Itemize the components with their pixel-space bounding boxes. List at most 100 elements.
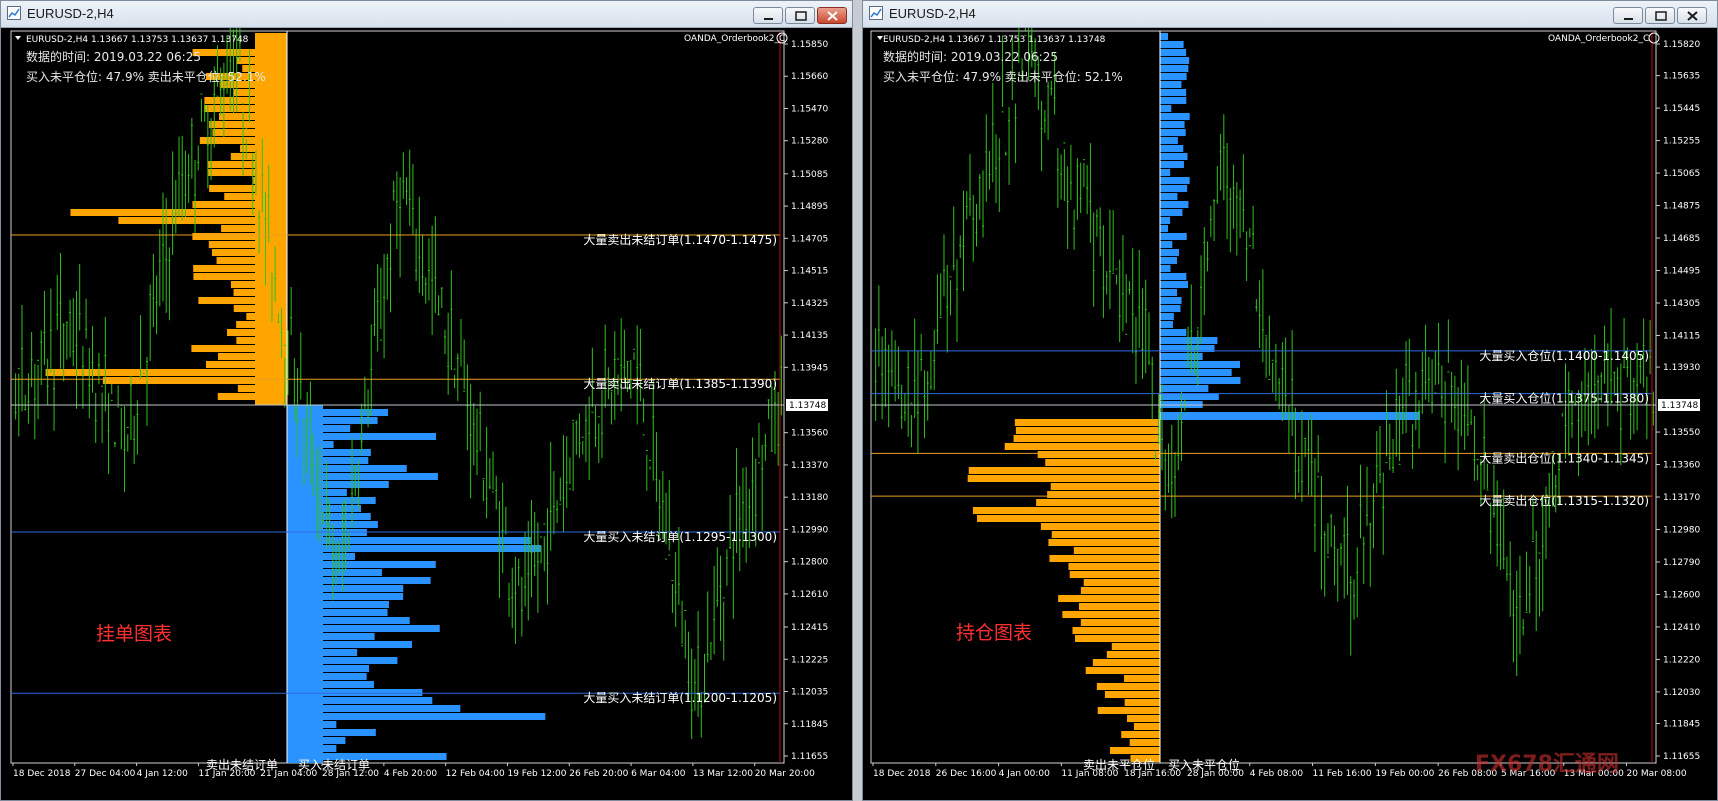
buy-order-bar	[287, 473, 438, 480]
price-tick-label: 1.15445	[1663, 104, 1700, 114]
price-tick-label: 1.15280	[791, 137, 828, 147]
buy-position-bar	[1160, 81, 1182, 88]
sell-position-bar	[967, 475, 1160, 482]
time-tick-label: 26 Feb 20:00	[569, 769, 628, 779]
sell-position-bar	[1073, 547, 1160, 554]
sell-order-bar	[193, 273, 287, 280]
buy-order-bar	[287, 449, 371, 456]
price-tick-label: 1.12030	[1663, 688, 1700, 698]
sell-order-bar	[211, 249, 287, 256]
price-tick-label: 1.12800	[791, 558, 828, 568]
time-tick-label: 18 Dec 2018	[873, 769, 931, 779]
key-level-label: 大量卖出仓位(1.1315-1.1320)	[1479, 493, 1649, 508]
price-tick-label: 1.14115	[1663, 331, 1700, 341]
sell-position-bar	[1129, 739, 1160, 746]
buy-order-bar	[287, 457, 369, 464]
sell-order-bar	[253, 177, 287, 184]
buy-order-bar	[287, 585, 404, 592]
sell-position-bar	[1040, 523, 1160, 530]
time-tick-label: 18 Dec 2018	[13, 769, 71, 779]
key-level-label: 大量买入未结订单(1.1295-1.1300)	[583, 530, 777, 544]
chart-window-icon	[7, 6, 21, 20]
time-tick-label: 4 Feb 20:00	[384, 769, 438, 779]
price-tick-label: 1.13930	[1663, 363, 1700, 373]
buy-position-bar	[1160, 385, 1209, 392]
sell-position-bar	[1015, 427, 1160, 434]
time-tick-label: 4 Feb 08:00	[1250, 769, 1304, 779]
sell-position-bar	[1121, 731, 1160, 738]
buy-position-bar	[1160, 241, 1173, 248]
buy-order-bar	[287, 537, 531, 544]
price-tick-label: 1.12600	[1663, 590, 1700, 600]
buy-order-bar	[287, 481, 389, 488]
chart-background	[1, 28, 852, 800]
price-tick-label: 1.12220	[1663, 655, 1700, 665]
minimize-icon	[764, 18, 773, 20]
watermark: FX678汇通网	[1475, 752, 1619, 777]
price-tick-label: 1.15085	[791, 170, 828, 180]
close-icon	[1687, 11, 1698, 21]
sell-order-bar	[230, 281, 287, 288]
buy-position-bar	[1160, 129, 1186, 136]
time-tick-label: 6 Mar 04:00	[631, 769, 686, 779]
price-tick-label: 1.12790	[1663, 558, 1700, 568]
sell-order-bar	[204, 97, 287, 104]
price-tick-label: 1.15660	[791, 72, 828, 82]
sell-position-bar	[1104, 691, 1160, 698]
sell-position-bar	[1078, 603, 1160, 610]
left-titlebar[interactable]: EURUSD-2,H4	[1, 1, 852, 28]
buy-position-bar	[1160, 33, 1169, 40]
buy-position-bar	[1160, 97, 1187, 104]
current-price-label: 1.13748	[789, 401, 826, 411]
buy-position-bar	[1160, 353, 1203, 360]
right-titlebar[interactable]: EURUSD-2,H4	[863, 1, 1717, 28]
buy-order-bar	[287, 529, 367, 536]
price-tick-label: 1.15255	[1663, 137, 1700, 147]
data-time-label: 数据的时间: 2019.03.22 06:25	[883, 49, 1058, 64]
right-chart-area[interactable]: 大量买入仓位(1.1400-1.1405) 大量买入仓位(1.1375-1.138…	[863, 28, 1717, 800]
minimize-button[interactable]	[753, 7, 783, 24]
buy-position-bar	[1160, 121, 1185, 128]
sell-position-bar	[1069, 571, 1160, 578]
window-title: EURUSD-2,H4	[889, 6, 976, 21]
price-tick-label: 1.15065	[1663, 169, 1700, 179]
buy-order-bar	[287, 721, 337, 728]
buy-order-bar	[287, 593, 404, 600]
close-button[interactable]	[1677, 7, 1707, 24]
buy-order-bar	[287, 737, 346, 744]
lower-bar-label: 买入未平仓位	[1168, 757, 1240, 772]
time-tick-label: 11 Feb 16:00	[1313, 769, 1372, 779]
buy-position-bar	[1160, 273, 1187, 280]
sell-order-bar	[233, 289, 287, 296]
time-tick-label: 27 Dec 04:00	[75, 769, 136, 779]
price-tick-label: 1.13945	[791, 363, 828, 373]
price-tick-label: 1.14325	[791, 299, 828, 309]
buy-order-bar	[287, 713, 546, 720]
buy-position-bar	[1160, 89, 1187, 96]
buy-position-bar	[1160, 105, 1172, 112]
buy-order-bar	[287, 625, 440, 632]
sell-order-bar	[236, 57, 287, 64]
sell-order-bar	[118, 217, 287, 224]
price-tick-label: 1.14875	[1663, 202, 1700, 212]
sell-order-bar	[233, 89, 287, 96]
sell-position-bar	[1048, 539, 1160, 546]
sell-position-bar	[1083, 579, 1160, 586]
sell-order-bar	[207, 161, 287, 168]
sell-position-bar	[1085, 667, 1160, 674]
buy-position-bar	[1160, 305, 1181, 312]
buy-position-bar	[1160, 369, 1232, 376]
time-tick-label: 20 Mar 20:00	[755, 769, 815, 779]
sell-order-bar	[237, 385, 287, 392]
maximize-button[interactable]	[785, 7, 815, 24]
maximize-button[interactable]	[1645, 7, 1675, 24]
buy-order-bar	[287, 425, 351, 432]
buy-order-bar	[287, 617, 410, 624]
buy-order-bar	[287, 657, 398, 664]
left-chart-area[interactable]: 大量卖出未结订单(1.1470-1.1475) 大量卖出未结订单(1.1385-1…	[1, 28, 852, 800]
minimize-button[interactable]	[1613, 7, 1643, 24]
buy-position-bar	[1160, 161, 1184, 168]
time-tick-label: 12 Feb 04:00	[446, 769, 505, 779]
buy-order-bar	[287, 409, 389, 416]
close-button[interactable]	[817, 7, 847, 24]
